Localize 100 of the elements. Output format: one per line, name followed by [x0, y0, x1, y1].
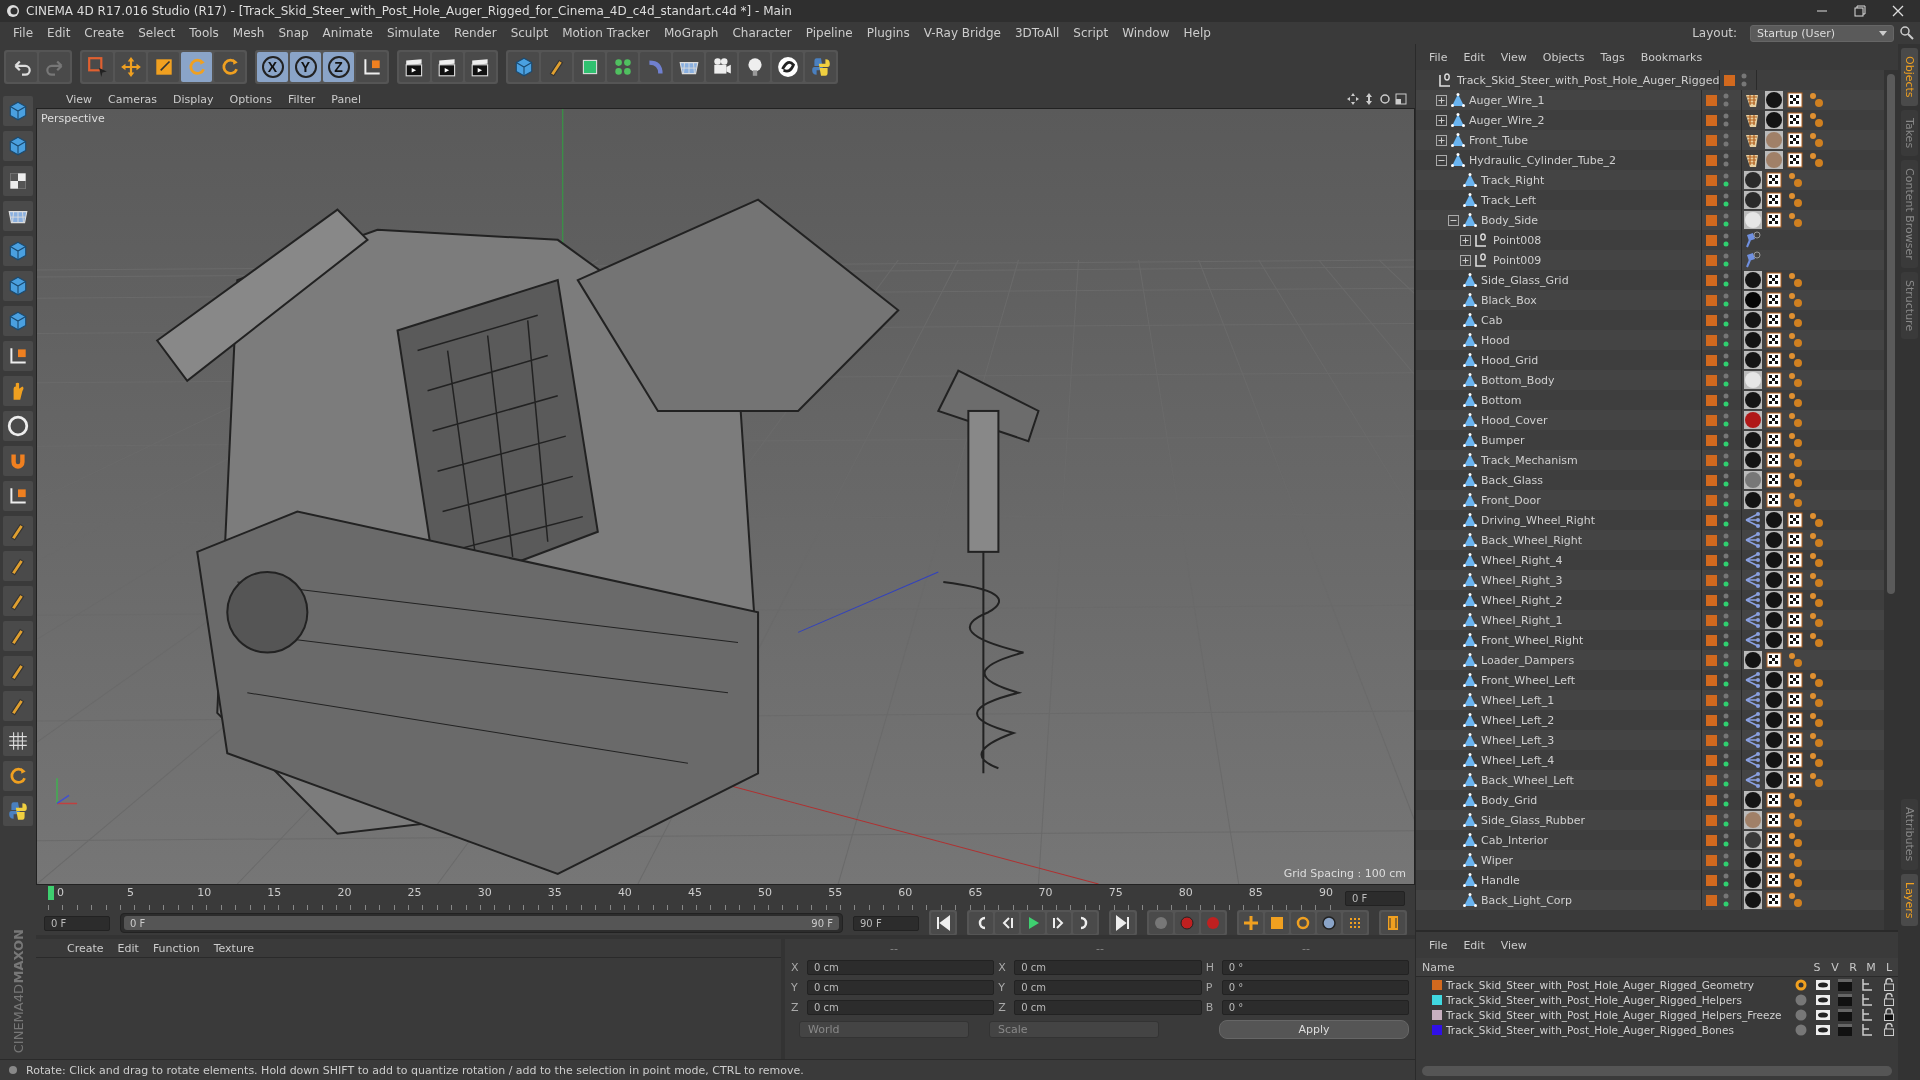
visibility-dots-icon[interactable] [1723, 173, 1729, 187]
object-row[interactable]: Back_Wheel_Left [1416, 770, 1884, 790]
layer-color-icon[interactable] [1706, 254, 1717, 266]
checker-icon[interactable] [1786, 771, 1804, 789]
joint-dots-icon[interactable] [1786, 811, 1804, 829]
checker-icon[interactable] [1765, 851, 1783, 869]
joint-dots-icon[interactable] [1807, 551, 1825, 569]
joint-dots-icon[interactable] [1786, 471, 1804, 489]
joint-dots-icon[interactable] [1807, 711, 1825, 729]
object-row[interactable]: Black_Box [1416, 290, 1884, 310]
layer-color-icon[interactable] [1706, 334, 1717, 346]
layer-color-icon[interactable] [1706, 314, 1717, 326]
move-key-button[interactable] [1239, 912, 1263, 934]
joint-dots-icon[interactable] [1786, 311, 1804, 329]
layer-color-icon[interactable] [1706, 274, 1717, 286]
material-sphere-icon[interactable] [1765, 111, 1783, 129]
caret-icon[interactable] [1879, 30, 1887, 37]
node-tree-icon[interactable] [1744, 691, 1762, 709]
object-row[interactable]: Track_Mechanism [1416, 450, 1884, 470]
layer-color-icon[interactable] [1706, 154, 1717, 166]
visibility-dots-icon[interactable] [1741, 73, 1748, 87]
layer-menu-item[interactable]: File [1422, 936, 1455, 954]
object-row[interactable]: Front_Wheel_Left [1416, 670, 1884, 690]
visibility-dots-icon[interactable] [1723, 453, 1729, 467]
object-row[interactable]: Hood [1416, 330, 1884, 350]
joint-dots-icon[interactable] [1807, 611, 1825, 629]
object-row[interactable]: Wheel_Right_1 [1416, 610, 1884, 630]
rotation-field[interactable]: 0 ° [1221, 999, 1409, 1015]
checker-icon[interactable] [1786, 511, 1804, 529]
joint-dots-icon[interactable] [1786, 331, 1804, 349]
visibility-dots-icon[interactable] [1723, 393, 1729, 407]
pin-icon[interactable] [1744, 231, 1762, 249]
layout-dropdown[interactable]: Startup (User) [1750, 24, 1894, 42]
checker-icon[interactable] [1765, 871, 1783, 889]
expand-toggle-icon[interactable] [1436, 114, 1447, 126]
joint-dots-icon[interactable] [1807, 591, 1825, 609]
viewport-menu-item[interactable]: Filter [280, 92, 324, 106]
object-row[interactable]: Wheel_Right_4 [1416, 550, 1884, 570]
object-row[interactable]: Back_Wheel_Right [1416, 530, 1884, 550]
node-tree-icon[interactable] [1744, 631, 1762, 649]
layer-color-icon[interactable] [1706, 714, 1717, 726]
checker-icon[interactable] [1765, 191, 1783, 209]
checker-icon[interactable] [1786, 131, 1804, 149]
object-row[interactable]: Wheel_Right_2 [1416, 590, 1884, 610]
material-sphere-icon[interactable] [1744, 191, 1762, 209]
checker-icon[interactable] [1765, 371, 1783, 389]
expand-toggle-icon[interactable] [1436, 154, 1447, 166]
material-sphere-icon[interactable] [1765, 511, 1783, 529]
checker-icon[interactable] [1765, 451, 1783, 469]
hierarchy-icon[interactable] [1861, 1008, 1873, 1021]
layer-menu-item[interactable]: View [1493, 936, 1534, 954]
position-field[interactable]: 0 cm [807, 999, 995, 1015]
layer-color-icon[interactable] [1706, 494, 1717, 506]
side-tab[interactable]: Objects [1900, 48, 1918, 106]
checker-icon[interactable] [1765, 391, 1783, 409]
lock-icon[interactable] [1883, 1008, 1895, 1021]
node-tree-icon[interactable] [1744, 511, 1762, 529]
material-sphere-icon[interactable] [1765, 731, 1783, 749]
layer-color-icon[interactable] [1706, 794, 1717, 806]
layer-color-icon[interactable] [1706, 574, 1717, 586]
clapperboard-icon[interactable] [1838, 993, 1852, 1006]
layer-color-icon[interactable] [1706, 614, 1717, 626]
object-row[interactable]: Front_Door [1416, 490, 1884, 510]
hierarchy-icon[interactable] [1861, 978, 1873, 991]
checker-icon[interactable] [1765, 211, 1783, 229]
object-row[interactable]: Bottom [1416, 390, 1884, 410]
checker-icon[interactable] [1765, 291, 1783, 309]
object-row[interactable]: Body_Side [1416, 210, 1884, 230]
visibility-dots-icon[interactable] [1723, 733, 1729, 747]
timeline-ruler[interactable]: 0 5 10 15 20 25 30 35 40 45 50 55 60 65 70 75 80 85 90 [48, 886, 1333, 910]
menu-item[interactable]: Tools [182, 24, 226, 42]
layer-color-icon[interactable] [1706, 94, 1717, 106]
visibility-dots-icon[interactable] [1723, 413, 1729, 427]
layer-color-icon[interactable] [1706, 594, 1717, 606]
visibility-dots-icon[interactable] [1723, 293, 1729, 307]
joint-dots-icon[interactable] [1786, 351, 1804, 369]
joint-dots-icon[interactable] [1786, 191, 1804, 209]
side-tab[interactable]: Layers [1900, 873, 1918, 926]
go-to-end-button[interactable] [1111, 912, 1135, 934]
joint-dots-icon[interactable] [1807, 151, 1825, 169]
layer-color-icon[interactable] [1706, 514, 1717, 526]
layer-color-icon[interactable] [1706, 834, 1717, 846]
solo-dot-icon[interactable] [1795, 1023, 1807, 1036]
viewport-menu-item[interactable]: Panel [323, 92, 369, 106]
viewport-menu-item[interactable]: Options [221, 92, 280, 106]
expand-toggle-icon[interactable] [1448, 214, 1459, 226]
checker-icon[interactable] [1786, 111, 1804, 129]
material-sphere-icon[interactable] [1765, 631, 1783, 649]
menu-item[interactable]: Character [725, 24, 799, 42]
object-row[interactable]: Track_Right [1416, 170, 1884, 190]
visibility-dots-icon[interactable] [1723, 433, 1729, 447]
joint-dots-icon[interactable] [1807, 631, 1825, 649]
visibility-dots-icon[interactable] [1723, 373, 1729, 387]
visibility-dots-icon[interactable] [1723, 893, 1729, 907]
joint-dots-icon[interactable] [1786, 431, 1804, 449]
menu-item[interactable]: Script [1066, 24, 1116, 42]
rotation-field[interactable]: 0 ° [1221, 959, 1409, 975]
visibility-dots-icon[interactable] [1723, 233, 1729, 247]
visibility-dots-icon[interactable] [1723, 333, 1729, 347]
joint-dots-icon[interactable] [1807, 771, 1825, 789]
